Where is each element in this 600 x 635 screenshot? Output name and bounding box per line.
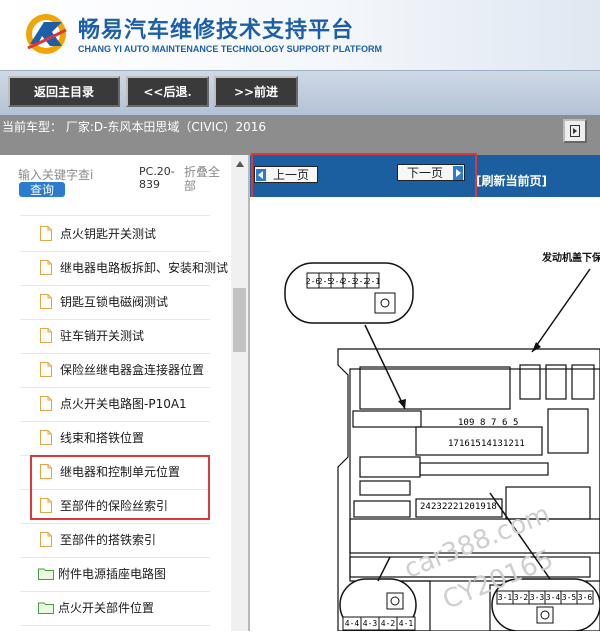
connector-pin-label: 3-2 [514,593,529,602]
brand-title: 畅易汽车维修技术支持平台 [78,18,355,43]
connector-pin-label: 4-3 [363,619,378,628]
tree-item-label: 点火开关电路图-P10A1 [60,396,187,411]
document-icon [40,327,52,343]
tree-item[interactable]: 线束和搭铁位置 [40,424,144,450]
back-button[interactable]: <<后退. [126,76,209,107]
document-icon [40,429,52,445]
tree-item[interactable]: 继电器电路板拆卸、安装和测试 [40,254,228,280]
divider [20,251,210,252]
fuse-number: 9 [469,418,474,428]
connector-pin-label: 4-2 [381,619,396,628]
fuse-number: 13 [492,439,503,449]
tree-item[interactable]: 钥匙互锁电磁阀测试 [40,288,168,314]
relay-row: 24 23 22 21 20 19 18 [420,502,497,512]
fuse-number: 23 [431,502,442,512]
folder-icon [38,568,54,580]
fuse-number: 21 [453,502,464,512]
document-icon [40,361,52,377]
fuse-number: 11 [514,439,525,449]
brand-subtitle: CHANG YI AUTO MAINTENANCE TECHNOLOGY SUP… [78,44,383,54]
collapse-all-button[interactable]: 折叠全部 [184,165,224,193]
tree-item[interactable]: 至部件的搭铁索引 [40,526,156,552]
tree-item[interactable]: 附件电源插座电路图 [38,560,166,586]
home-button[interactable]: 返回主目录 [8,76,120,107]
tree-item[interactable]: 点火钥匙开关测试 [40,220,156,246]
tree-item[interactable]: 点火开关部件位置 [38,594,154,620]
divider [20,319,210,320]
pc-code-label: PC.20-839 [139,165,175,191]
pager-highlight-box [251,153,477,199]
tree-item-label: 钥匙互锁电磁阀测试 [60,294,169,309]
fuse-number: 19 [475,502,486,512]
highlight-box [30,455,210,520]
main-toolbar: 返回主目录 <<后退. >>前进 [0,70,600,115]
callout-label: 发动机盖下保 [541,251,600,264]
scroll-up-icon[interactable] [231,157,248,171]
connector-pin-label: 4-1 [399,619,414,628]
divider [20,421,210,422]
fuse-number: 15 [470,439,481,449]
divider [20,557,210,558]
tree-item[interactable]: 点火开关电路图-P10A1 [40,390,187,416]
search-button[interactable]: 查询 [19,182,65,197]
fuse-number: 17 [448,439,459,449]
tree-item[interactable]: 驻车销开关测试 [40,322,144,348]
divider [20,523,210,524]
connector-2: 2-62-52-42-32-22-1 [284,262,414,324]
divider [20,387,210,388]
fuse-number: 8 [480,418,485,428]
document-icon [40,225,52,241]
toggle-arrow-icon [570,125,580,137]
divider [20,625,210,626]
sidebar-scroll-thumb[interactable] [233,288,246,352]
fuse-rows: 10 9 8 7 6 5 17 16 15 14 13 12 11 [448,418,525,449]
tree-item-label: 点火钥匙开关测试 [60,226,157,241]
document-icon [40,259,52,275]
tree-item-label: 点火开关部件位置 [58,600,155,615]
fuse-number: 24 [420,502,431,512]
fuse-number: 12 [503,439,514,449]
tree-item[interactable]: 保险丝继电器盒连接器位置 [40,356,204,382]
document-icon [40,531,52,547]
divider [20,215,210,216]
tree-item-label: 附件电源插座电路图 [58,566,167,581]
divider [20,353,210,354]
app-header: 畅易汽车维修技术支持平台 CHANG YI AUTO MAINTENANCE T… [0,0,600,70]
fuse-number: 16 [459,439,470,449]
connector-4: 4-4 4-3 4-2 4-1 [339,578,417,632]
vehicle-info-bar: 当前车型： 厂家:D-东风本田思域（CIVIC）2016 [0,115,600,155]
wiring-diagram: 2-6 2-5 2-4 2-3 2-2 2-1 发动机盖下保 10 9 8 7 … [250,197,600,632]
refresh-page-link[interactable]: [刷新当前页] [476,172,547,189]
tree-item-label: 保险丝继电器盒连接器位置 [60,362,205,377]
document-icon [40,395,52,411]
fuse-number: 7 [491,418,496,428]
current-vehicle-label: 当前车型： 厂家:D-东风本田思域（CIVIC）2016 [2,120,267,134]
connector-pin-label: 2-1 [366,277,381,286]
forward-button[interactable]: >>前进 [214,76,298,107]
fuse-number: 18 [486,502,497,512]
connector-pin-label: 3-4 [546,593,561,602]
connector-pin-label: 4-4 [345,619,360,628]
sidebar-scrollbar[interactable] [231,155,248,631]
tree-item-label: 至部件的搭铁索引 [60,532,157,547]
connector-pin-label: 3-5 [562,593,577,602]
connector-pin-label: 3-6 [578,593,593,602]
sidebar-tree: 输入关键字查i 查询 PC.20-839 折叠全部 点火钥匙开关测试 继电器电路板… [0,155,250,631]
divider [20,591,210,592]
tree-item-label: 线束和搭铁位置 [60,430,145,445]
fuse-number: 14 [481,439,492,449]
fuse-number: 20 [464,502,475,512]
connector-pin-label: 3-3 [530,593,545,602]
brand-logo-icon [26,14,67,54]
toggle-panel-button[interactable] [563,119,587,143]
divider [20,285,210,286]
tree-item-label: 继电器电路板拆卸、安装和测试 [60,260,229,275]
tree-item-label: 驻车销开关测试 [60,328,145,343]
document-icon [40,293,52,309]
fuse-number: 6 [502,418,507,428]
fuse-number: 22 [442,502,453,512]
fuse-number: 10 [458,418,469,428]
fuse-number: 5 [513,418,518,428]
folder-icon [38,602,54,614]
